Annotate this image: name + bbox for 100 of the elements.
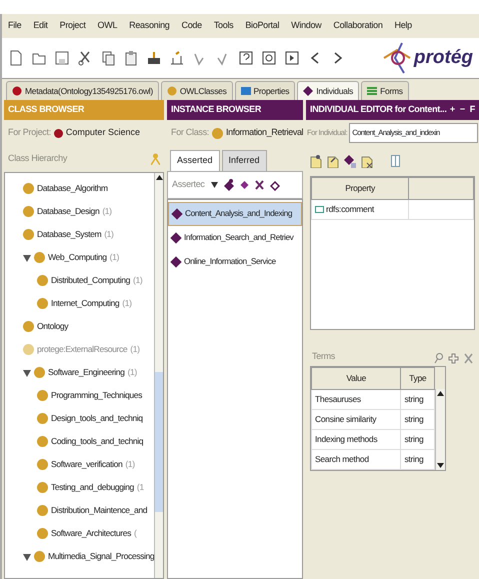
- class-name[interactable]: Multimedia_Signal_Processing: [48, 550, 154, 563]
- class-icon: [23, 206, 34, 217]
- menu-item[interactable]: Collaboration: [333, 19, 383, 33]
- menu-item[interactable]: Code: [182, 19, 202, 33]
- expanded-triangle-icon[interactable]: [23, 254, 31, 262]
- table-cell: rdfs:comment: [312, 200, 409, 220]
- instance-icon: [170, 256, 182, 268]
- field-label: For Project:: [8, 126, 51, 140]
- scroll-up-icon[interactable]: [436, 388, 445, 398]
- section-label: Terms: [312, 350, 335, 363]
- query-icon[interactable]: [238, 50, 254, 66]
- edit-value-icon[interactable]: [327, 154, 339, 168]
- class-name[interactable]: Programming_Techniques: [51, 389, 142, 402]
- paste-icon[interactable]: [123, 50, 139, 66]
- add-icon[interactable]: [448, 352, 459, 364]
- search-icon[interactable]: [434, 352, 443, 364]
- individual-icon: [303, 86, 314, 96]
- instance-icon[interactable]: [240, 180, 249, 190]
- menu-item[interactable]: Project: [60, 19, 86, 33]
- instance-item[interactable]: Information_Search_and_Retriev: [168, 226, 302, 250]
- menu-item[interactable]: Reasoning: [129, 19, 170, 33]
- add-instance-icon[interactable]: [224, 178, 234, 190]
- class-icon: [37, 459, 48, 470]
- class-name[interactable]: Testing_and_debugging: [51, 481, 134, 494]
- class-icon: [34, 551, 45, 562]
- class-icon: [37, 505, 48, 516]
- remove-value-icon[interactable]: [361, 154, 373, 168]
- save-icon[interactable]: [54, 50, 70, 66]
- table-cell: Indexing methods: [312, 429, 401, 449]
- expanded-triangle-icon[interactable]: [23, 368, 31, 376]
- menu-item[interactable]: OWL: [98, 19, 118, 33]
- tab[interactable]: Metadata(Ontology1354925176.owl): [6, 81, 159, 100]
- class-name[interactable]: Database_System: [37, 228, 102, 241]
- scroll-down-icon[interactable]: [436, 460, 445, 470]
- toolbar-label: Assertec: [172, 178, 205, 191]
- tab[interactable]: Asserted: [170, 150, 220, 170]
- class-icon: [212, 128, 224, 138]
- class-icon: [34, 252, 45, 263]
- tab[interactable]: Individuals: [297, 81, 360, 100]
- panel-title: INDIVIDUAL EDITOR for Content...: [310, 103, 447, 116]
- panel-header: INSTANCE BROWSER: [167, 100, 303, 120]
- class-name[interactable]: Software_Architectures: [51, 527, 132, 540]
- tab[interactable]: Inferred: [222, 150, 267, 170]
- columns-icon[interactable]: [391, 155, 400, 167]
- add-value-icon[interactable]: [310, 154, 322, 168]
- panel-header: CLASS BROWSER: [4, 100, 164, 120]
- class-name[interactable]: Ontology: [37, 320, 68, 333]
- person-icon: [151, 153, 160, 165]
- table-cell: Thesauruses: [312, 389, 401, 409]
- menu-item[interactable]: File: [8, 19, 22, 33]
- class-name[interactable]: Web_Computing: [48, 251, 107, 264]
- class-name[interactable]: protege:ExternalResource: [37, 343, 128, 356]
- delete-icon[interactable]: [254, 180, 264, 190]
- scroll-up-icon[interactable]: [155, 173, 163, 182]
- expanded-triangle-icon[interactable]: [23, 552, 31, 560]
- scrollbar[interactable]: [154, 173, 163, 578]
- class-name[interactable]: Distributed_Computing: [51, 274, 130, 287]
- copy-icon[interactable]: [100, 50, 116, 66]
- header-button[interactable]: F: [470, 103, 475, 117]
- menu-item[interactable]: Edit: [33, 19, 48, 33]
- dropdown-caret-icon[interactable]: [210, 182, 218, 188]
- edit-instance-icon[interactable]: [270, 178, 280, 190]
- class-icon: [166, 86, 177, 96]
- property-icon: [315, 206, 324, 214]
- tab[interactable]: Properties: [234, 81, 296, 100]
- project-icon: [54, 128, 63, 138]
- column-header: Property: [312, 178, 409, 200]
- project-name: Computer Science: [66, 126, 140, 140]
- class-name[interactable]: Coding_tools_and_techniq: [51, 435, 144, 448]
- instance-count: (1): [110, 251, 119, 264]
- instance-count: (1): [125, 458, 135, 471]
- class-name: Information_Retrieval: [226, 126, 304, 140]
- logo-icon: [382, 41, 412, 75]
- menu-item[interactable]: Tools: [214, 19, 234, 33]
- class-name[interactable]: Database_Algorithm: [37, 182, 108, 195]
- logo-text: protég: [414, 46, 473, 70]
- section-label: Class Hierarchy: [8, 152, 68, 166]
- class-name[interactable]: Internet_Computing: [51, 297, 120, 310]
- tab[interactable]: Forms: [361, 81, 409, 100]
- class-name[interactable]: Design_tools_and_techniq: [51, 412, 143, 425]
- scrollbar[interactable]: [435, 388, 445, 470]
- instance-icon: [171, 208, 183, 220]
- class-icon: [37, 436, 48, 447]
- instance-item[interactable]: Content_Analysis_and_Indexing: [168, 202, 302, 226]
- header-button[interactable]: +: [450, 103, 455, 117]
- class-icon: [23, 344, 34, 355]
- class-name[interactable]: Distribution_Maintence_and: [51, 504, 148, 517]
- class-name[interactable]: Software_Engineering: [48, 366, 125, 379]
- instance-item[interactable]: Online_Information_Service: [168, 250, 302, 274]
- class-icon: [37, 275, 48, 286]
- class-name[interactable]: Software_verification: [51, 458, 122, 471]
- add-instance-icon[interactable]: [344, 154, 356, 168]
- tab[interactable]: OWLClasses: [160, 81, 233, 100]
- menu-item[interactable]: BioPortal: [245, 19, 280, 33]
- instance-count: (1): [133, 274, 142, 287]
- new-file-icon[interactable]: [8, 50, 24, 66]
- header-button[interactable]: −: [460, 103, 465, 117]
- menu-item[interactable]: Help: [394, 19, 412, 33]
- menu-item[interactable]: Window: [291, 19, 322, 33]
- class-name[interactable]: Database_Design: [37, 205, 100, 218]
